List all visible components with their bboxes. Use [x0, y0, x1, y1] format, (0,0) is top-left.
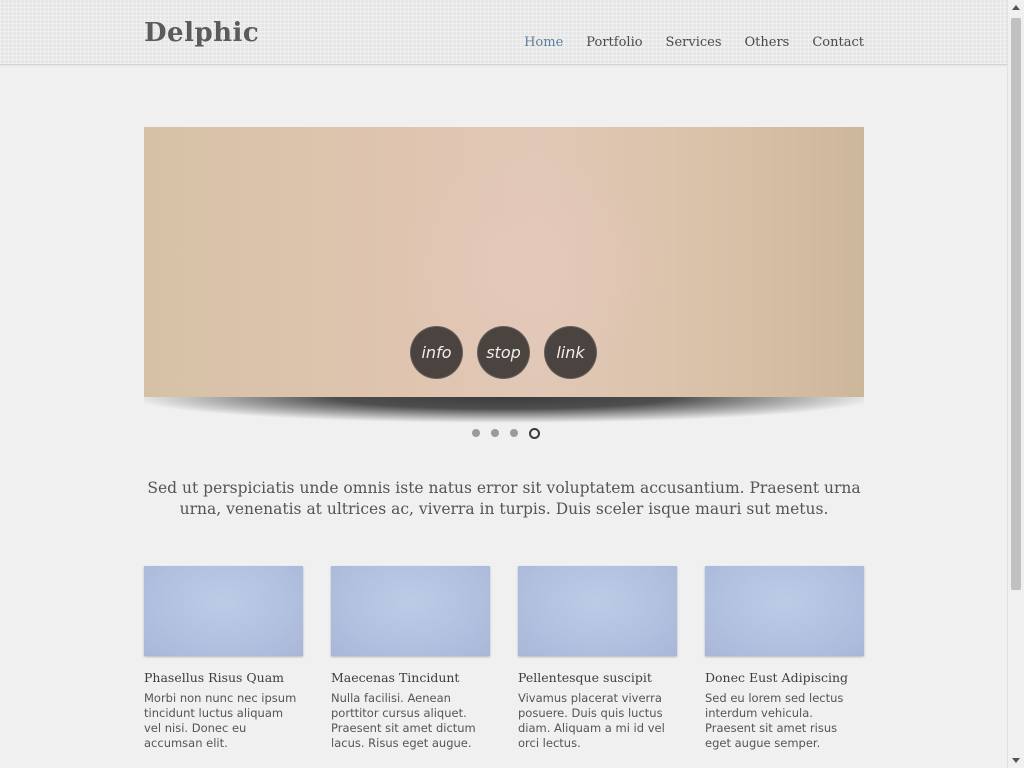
slider-stop-button[interactable]: stop	[477, 326, 530, 379]
slider-link-button[interactable]: link	[544, 326, 597, 379]
scroll-down-arrow-icon[interactable]	[1012, 758, 1020, 763]
feature-card: Donec Eust Adipiscing Sed eu lorem sed l…	[705, 566, 864, 751]
image-slider: info stop link	[144, 127, 864, 397]
slide-dot-2[interactable]	[491, 429, 499, 437]
slider-shadow	[144, 397, 864, 423]
scroll-up-arrow-icon[interactable]	[1012, 5, 1020, 10]
feature-grid: Phasellus Risus Quam Morbi non nunc nec …	[144, 566, 864, 751]
slide-dot-4-active[interactable]	[529, 428, 540, 439]
feature-card: Phasellus Risus Quam Morbi non nunc nec …	[144, 566, 303, 751]
slide-dot-3[interactable]	[510, 429, 518, 437]
feature-thumbnail[interactable]	[518, 566, 677, 656]
slider-controls: info stop link	[410, 326, 611, 379]
feature-card: Maecenas Tincidunt Nulla facilisi. Aenea…	[331, 566, 490, 751]
feature-title[interactable]: Pellentesque suscipit	[518, 670, 677, 685]
scrollbar-thumb[interactable]	[1011, 18, 1021, 590]
intro-text: Sed ut perspiciatis unde omnis iste natu…	[147, 479, 861, 518]
vertical-scrollbar[interactable]	[1007, 0, 1024, 768]
feature-title[interactable]: Maecenas Tincidunt	[331, 670, 490, 685]
nav-portfolio[interactable]: Portfolio	[586, 35, 642, 50]
slider-pagination	[472, 428, 551, 439]
nav-others[interactable]: Others	[745, 35, 790, 50]
feature-text: Sed eu lorem sed lectus interdum vehicul…	[705, 691, 844, 750]
site-header: Delphic Home Portfolio Services Others C…	[0, 0, 1008, 65]
feature-thumbnail[interactable]	[705, 566, 864, 656]
nav-services[interactable]: Services	[666, 35, 722, 50]
feature-text: Morbi non nunc nec ipsum tincidunt luctu…	[144, 691, 297, 750]
nav-contact[interactable]: Contact	[812, 35, 864, 50]
feature-text: Nulla facilisi. Aenean porttitor cursus …	[331, 691, 476, 750]
feature-title[interactable]: Donec Eust Adipiscing	[705, 670, 864, 685]
slide-dot-1[interactable]	[472, 429, 480, 437]
nav-home[interactable]: Home	[524, 35, 563, 50]
feature-thumbnail[interactable]	[144, 566, 303, 656]
feature-title[interactable]: Phasellus Risus Quam	[144, 670, 303, 685]
feature-thumbnail[interactable]	[331, 566, 490, 656]
site-logo[interactable]: Delphic	[144, 18, 259, 48]
slider-info-button[interactable]: info	[410, 326, 463, 379]
main-nav: Home Portfolio Services Others Contact	[501, 35, 864, 50]
feature-text: Vivamus placerat viverra posuere. Duis q…	[518, 691, 665, 750]
feature-card: Pellentesque suscipit Vivamus placerat v…	[518, 566, 677, 751]
